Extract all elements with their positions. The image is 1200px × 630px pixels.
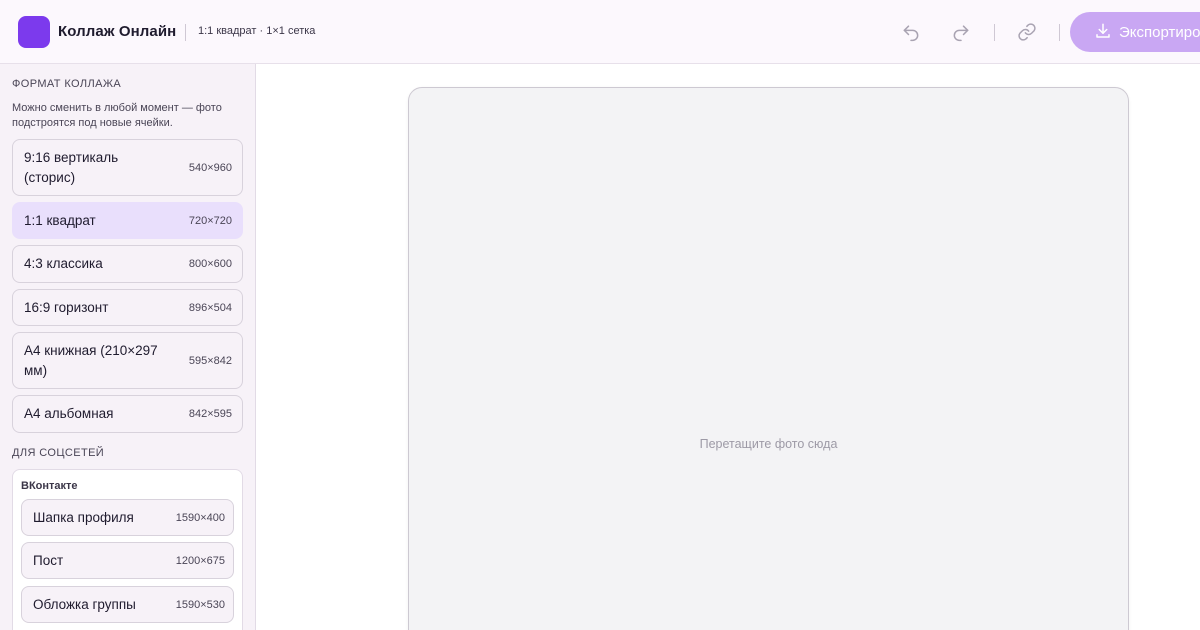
format-option-size: 720×720 <box>188 214 232 227</box>
app-logo <box>18 16 50 48</box>
format-option-size: 595×842 <box>188 354 232 367</box>
format-option-label: A4 книжная (210×297 мм) <box>24 342 158 378</box>
export-button[interactable]: Экспортировать <box>1070 12 1200 52</box>
format-option-4-3[interactable]: 4:3 классика 800×600 <box>12 245 243 283</box>
social-option-vk-profile-cover[interactable]: Шапка профиля 1590×400 <box>21 499 234 536</box>
format-option-16-9[interactable]: 16:9 горизонт 896×504 <box>12 289 243 326</box>
header-divider <box>1059 24 1060 41</box>
redo-button[interactable] <box>949 20 973 44</box>
collage-canvas-cell[interactable]: Перетащите фото сюда <box>408 87 1129 630</box>
social-option-size: 1590×400 <box>175 511 225 524</box>
current-format-summary: 1:1 квадрат · 1×1 сетка <box>198 25 316 37</box>
social-option-label: Шапка профиля <box>33 509 134 525</box>
drop-hint: Перетащите фото сюда <box>699 437 838 451</box>
link-icon <box>1018 23 1036 41</box>
format-option-size: 800×600 <box>188 258 232 270</box>
format-option-label: 16:9 горизонт <box>24 299 109 315</box>
header-divider <box>994 24 995 41</box>
social-option-label: Обложка группы <box>33 596 136 612</box>
social-option-size: 1200×675 <box>175 554 225 567</box>
social-group-name: ВКонтакте <box>21 480 78 492</box>
download-icon <box>1096 23 1110 38</box>
undo-button[interactable] <box>899 20 923 44</box>
workspace: Перетащите фото сюда <box>256 64 1200 630</box>
undo-icon <box>903 25 919 42</box>
social-option-size: 1590×530 <box>175 598 225 611</box>
share-link-button[interactable] <box>1015 20 1039 44</box>
social-option-vk-post[interactable]: Пост 1200×675 <box>21 542 234 579</box>
format-option-size: 842×595 <box>188 408 232 420</box>
format-option-label: A4 альбомная <box>24 406 114 421</box>
format-option-1-1[interactable]: 1:1 квадрат 720×720 <box>12 202 243 239</box>
format-option-label: 9:16 вертикаль (сторис) <box>24 149 119 185</box>
app-title: Коллаж Онлайн <box>58 23 177 40</box>
top-bar: Коллаж Онлайн 1:1 квадрат · 1×1 сетка Эк… <box>0 0 1200 64</box>
format-sidebar: ФОРМАТ КОЛЛАЖА Можно сменить в любой мом… <box>0 64 256 630</box>
format-section-title: ФОРМАТ КОЛЛАЖА <box>12 78 122 90</box>
social-option-label: Пост <box>33 552 64 568</box>
format-help-text: Можно сменить в любой момент — фото подс… <box>12 102 222 129</box>
format-option-a4-landscape[interactable]: A4 альбомная 842×595 <box>12 395 243 433</box>
format-option-label: 1:1 квадрат <box>24 212 96 228</box>
social-section-title: ДЛЯ СОЦСЕТЕЙ <box>12 447 105 459</box>
social-group-vk: ВКонтакте Шапка профиля 1590×400 Пост 12… <box>12 469 243 630</box>
social-option-vk-group-cover[interactable]: Обложка группы 1590×530 <box>21 586 234 623</box>
format-option-a4-portrait[interactable]: A4 книжная (210×297 мм) 595×842 <box>12 332 243 389</box>
format-option-9-16[interactable]: 9:16 вертикаль (сторис) 540×960 <box>12 139 243 196</box>
redo-icon <box>953 25 969 42</box>
export-button-label: Экспортировать <box>1119 23 1200 41</box>
format-option-label: 4:3 классика <box>24 256 103 271</box>
format-option-size: 540×960 <box>188 161 232 174</box>
header-divider <box>185 24 186 41</box>
format-option-size: 896×504 <box>188 301 232 314</box>
